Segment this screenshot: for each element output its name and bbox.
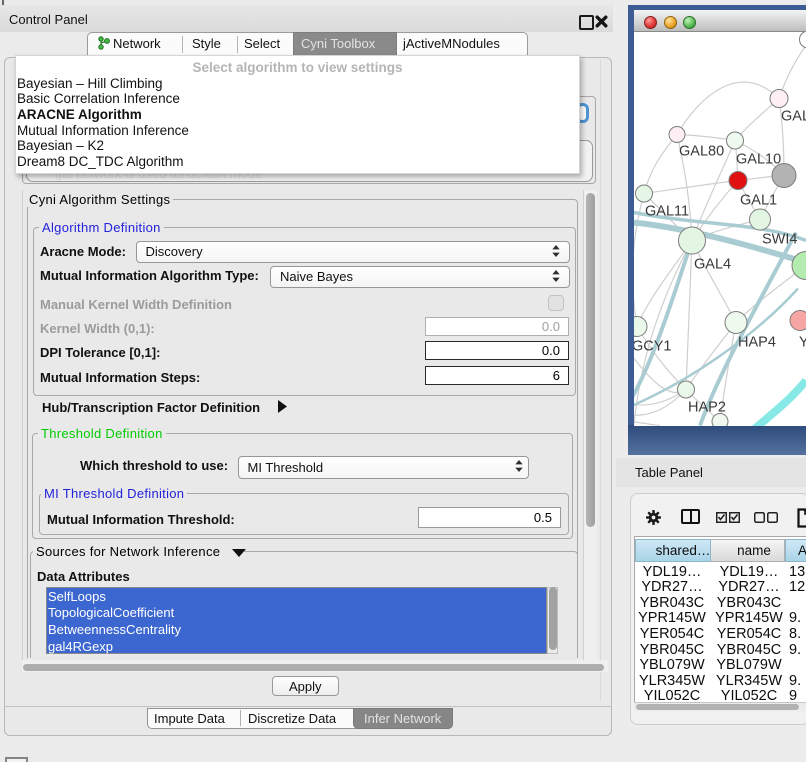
svg-text:GAL2: GAL2 (781, 108, 806, 124)
svg-text:YEL: YEL (799, 334, 806, 350)
svg-text:HAP4: HAP4 (738, 334, 776, 350)
svg-text:HAP2: HAP2 (688, 399, 726, 415)
svg-text:GAL11: GAL11 (645, 203, 689, 219)
svg-text:GAL4: GAL4 (694, 256, 731, 272)
svg-text:GAL80: GAL80 (679, 143, 724, 159)
svg-text:GAL1: GAL1 (740, 192, 777, 208)
svg-text:SWI4: SWI4 (762, 231, 797, 247)
svg-text:GAL10: GAL10 (736, 151, 781, 167)
svg-text:GCY1: GCY1 (634, 338, 672, 354)
